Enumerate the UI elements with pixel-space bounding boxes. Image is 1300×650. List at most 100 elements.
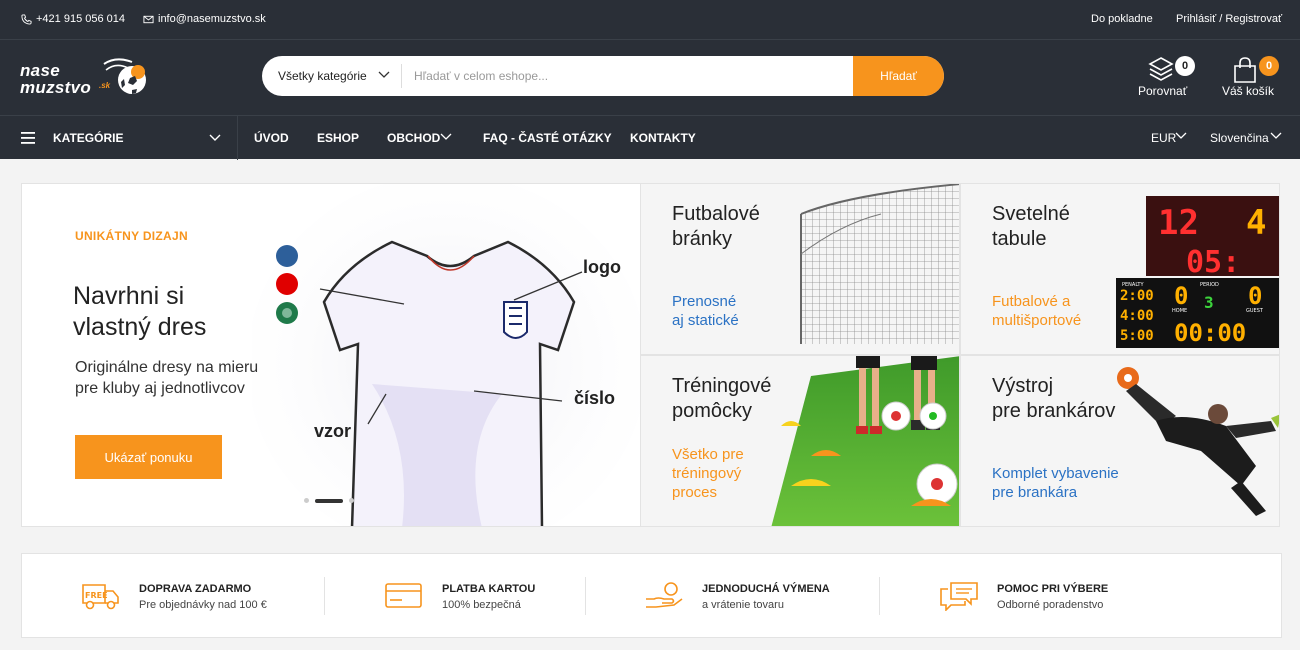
language-select[interactable]: Slovenčina (1210, 131, 1269, 145)
nav-item-contacts[interactable]: KONTAKTY (630, 131, 696, 145)
features-bar: FREE DOPRAVA ZADARMO Pre objednávky nad … (21, 553, 1282, 638)
search-divider (401, 64, 402, 88)
hero-tag: UNIKÁTNY DIZAJN (75, 229, 188, 243)
email-address: info@nasemuzstvo.sk (158, 13, 266, 25)
search-input[interactable] (414, 56, 844, 96)
annotation-logo: logo (583, 257, 621, 277)
training-image (771, 356, 959, 526)
free-badge-text: FREE (85, 591, 108, 600)
score-top-left: 12 (1158, 203, 1199, 243)
score-top-right: 4 (1246, 203, 1266, 243)
search-bar: Všetky kategórie Hľadať (262, 56, 944, 96)
hamburger-menu-icon[interactable] (21, 132, 35, 144)
top-bar: +421 915 056 014 info@nasemuzstvo.sk Do … (0, 0, 1300, 40)
home-score: 0 (1174, 282, 1188, 310)
clock: 00:00 (1174, 319, 1246, 347)
penalty-row: 4:00 (1120, 308, 1154, 324)
feature-divider (585, 577, 586, 615)
football-logo-icon (103, 58, 146, 94)
guest-label: GUEST (1246, 308, 1264, 314)
currency-select[interactable]: EUR (1151, 131, 1176, 145)
feature-subtitle: 100% bezpečná (442, 599, 521, 611)
logo-line2: muzstvo (20, 78, 92, 97)
shopping-bag-icon (1234, 57, 1256, 83)
time-top: 05: (1186, 245, 1240, 280)
penalty-row: 5:00 (1120, 328, 1154, 344)
nav-divider (237, 116, 238, 160)
annotation-pattern: vzor (314, 421, 352, 441)
search-category-select[interactable]: Všetky kategórie (278, 56, 367, 96)
tile-title: Výstroj pre brankárov (992, 375, 1116, 422)
category-tile-goals[interactable]: Futbalové bránky Prenosné aj statické (640, 183, 960, 355)
credit-card-icon (385, 583, 422, 608)
categories-menu[interactable]: KATEGÓRIE (53, 131, 123, 145)
nav-item-eshop[interactable]: ESHOP (317, 131, 359, 145)
goal-net-image (800, 184, 959, 344)
logo[interactable]: nase muzstvo .sk (20, 54, 150, 102)
hero-slider[interactable]: UNIKÁTNY DIZAJN Navrhni si vlastný dres … (21, 183, 641, 527)
penalty-row: 2:00 (1120, 288, 1154, 304)
goalkeeper-image (1117, 367, 1279, 516)
period-label: PERIOD (1200, 282, 1219, 288)
chevron-down-icon[interactable] (1270, 131, 1282, 141)
chevron-down-icon[interactable] (1175, 131, 1187, 141)
chevron-down-icon[interactable] (209, 133, 221, 143)
scoreboard-image: 12 4 05: PENALTY 2:00 4:00 5:00 0 HOME P… (1116, 196, 1279, 348)
main-nav: KATEGÓRIE ÚVOD ESHOP OBCHOD FAQ - ČASTÉ … (0, 115, 1300, 160)
chevron-down-icon[interactable] (440, 132, 452, 142)
period-value: 3 (1204, 293, 1214, 312)
hero-subtitle: Originálne dresy na mieru pre kluby aj j… (75, 359, 259, 397)
show-offer-button[interactable]: Ukázať ponuku (75, 435, 222, 479)
feature-title: POMOC PRI VÝBERE (997, 583, 1109, 595)
feature-divider (879, 577, 880, 615)
tile-title: Futbalové bránky (672, 203, 760, 250)
phone-number: +421 915 056 014 (36, 13, 126, 25)
money-return-icon (646, 582, 683, 608)
phone-icon (21, 13, 32, 25)
checkout-link[interactable]: Do pokladne (1091, 13, 1153, 25)
annotation-number: číslo (574, 388, 616, 408)
category-tile-scoreboards[interactable]: 12 4 05: PENALTY 2:00 4:00 5:00 0 HOME P… (960, 183, 1280, 355)
nav-item-faq[interactable]: FAQ - ČASTÉ OTÁZKY (483, 131, 612, 145)
slider-dot-active[interactable] (315, 498, 343, 503)
slider-dot[interactable] (349, 498, 354, 503)
email-contact[interactable]: info@nasemuzstvo.sk (143, 13, 266, 25)
jersey-illustration (252, 184, 640, 526)
logo-line1: nase (20, 61, 60, 80)
category-tile-training[interactable]: Tréningové pomôcky Všetko pre tréningový… (640, 355, 960, 527)
cart-count-badge: 0 (1259, 56, 1279, 76)
layers-icon (1148, 57, 1174, 81)
slider-dots (304, 498, 354, 503)
feature-subtitle: a vrátenie tovaru (702, 599, 784, 611)
category-tile-goalkeeper[interactable]: Výstroj pre brankárov Komplet vybavenie … (960, 355, 1280, 527)
feature-subtitle: Odborné poradenstvo (997, 599, 1104, 611)
header: nase muzstvo .sk Všetky kategórie Hľadať… (0, 40, 1300, 115)
tile-subtitle: Prenosné aj statické (672, 293, 739, 329)
nav-item-shop[interactable]: OBCHOD (387, 131, 440, 145)
home-label: HOME (1172, 308, 1187, 314)
chat-support-icon (940, 582, 978, 611)
cart-label: Váš košík (1222, 84, 1275, 98)
feature-divider (324, 577, 325, 615)
mail-icon (143, 15, 154, 23)
nav-item-home[interactable]: ÚVOD (254, 131, 289, 145)
tile-title: Svetelné tabule (992, 203, 1070, 250)
tile-title: Tréningové pomôcky (672, 375, 772, 422)
feature-subtitle: Pre objednávky nad 100 € (139, 599, 267, 611)
slider-dot[interactable] (304, 498, 309, 503)
tile-subtitle: Všetko pre tréningový proces (672, 446, 744, 501)
chevron-down-icon[interactable] (378, 68, 390, 80)
hero-title: Navrhni si vlastný dres (73, 282, 207, 341)
tile-subtitle: Futbalové a multišportové (992, 293, 1082, 329)
phone-contact[interactable]: +421 915 056 014 (21, 13, 125, 25)
free-delivery-icon: FREE (82, 584, 119, 610)
feature-title: PLATBA KARTOU (442, 583, 536, 595)
compare-label: Porovnať (1138, 84, 1188, 98)
search-button[interactable]: Hľadať (853, 56, 944, 96)
login-register-link[interactable]: Prihlásiť / Registrovať (1176, 13, 1282, 25)
feature-title: DOPRAVA ZADARMO (139, 583, 252, 595)
compare-count-badge: 0 (1175, 56, 1195, 76)
tile-subtitle: Komplet vybavenie pre brankára (992, 465, 1119, 501)
feature-title: JEDNODUCHÁ VÝMENA (702, 583, 830, 595)
guest-score: 0 (1248, 282, 1262, 310)
